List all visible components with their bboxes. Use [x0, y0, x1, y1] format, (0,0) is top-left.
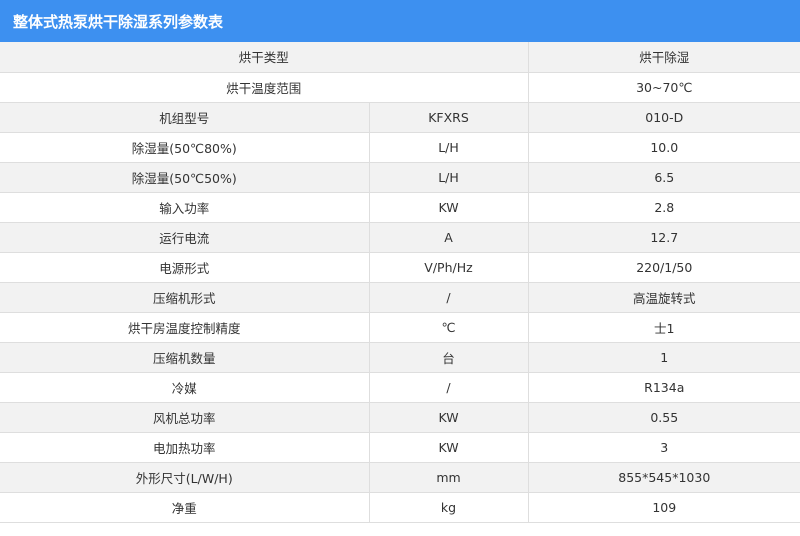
param-value-cell: 2.8	[528, 192, 800, 223]
param-unit-cell: KW	[369, 402, 529, 433]
param-value-cell: 12.7	[528, 222, 800, 253]
param-value-cell: 烘干除湿	[528, 42, 800, 73]
param-name-cell: 压缩机形式	[0, 282, 370, 313]
param-unit-cell: KW	[369, 432, 529, 463]
param-name-cell: 净重	[0, 492, 370, 523]
param-unit-cell: KW	[369, 192, 529, 223]
table-row: 压缩机形式 / 高温旋转式	[0, 282, 800, 313]
table-row: 压缩机数量 台 1	[0, 342, 800, 373]
param-name-cell: 电源形式	[0, 252, 370, 283]
table-header-bar: 整体式热泵烘干除湿系列参数表	[0, 0, 800, 42]
param-value-cell: 1	[528, 342, 800, 373]
param-name-cell: 烘干温度范围	[0, 72, 529, 103]
param-value-cell: R134a	[528, 372, 800, 403]
param-value-cell: 6.5	[528, 162, 800, 193]
table-row: 外形尺寸(L/W/H) mm 855*545*1030	[0, 462, 800, 493]
param-value-cell: 10.0	[528, 132, 800, 163]
table-row: 电源形式 V/Ph/Hz 220/1/50	[0, 252, 800, 283]
table-row: 电加热功率 KW 3	[0, 432, 800, 463]
param-name-cell: 风机总功率	[0, 402, 370, 433]
param-value-cell: 士1	[528, 312, 800, 343]
table-row: 净重 kg 109	[0, 492, 800, 523]
param-name-cell: 烘干类型	[0, 42, 529, 73]
param-value-cell: 109	[528, 492, 800, 523]
table-row: 运行电流 A 12.7	[0, 222, 800, 253]
table-row: 除湿量(50℃80%) L/H 10.0	[0, 132, 800, 163]
param-unit-cell: /	[369, 372, 529, 403]
table-row: 冷媒 / R134a	[0, 372, 800, 403]
param-name-cell: 除湿量(50℃80%)	[0, 132, 370, 163]
param-name-cell: 运行电流	[0, 222, 370, 253]
param-value-cell: 0.55	[528, 402, 800, 433]
param-value-cell: 30~70℃	[528, 72, 800, 103]
param-unit-cell: KFXRS	[369, 102, 529, 133]
param-value-cell: 220/1/50	[528, 252, 800, 283]
table-row: 输入功率 KW 2.8	[0, 192, 800, 223]
param-name-cell: 输入功率	[0, 192, 370, 223]
param-unit-cell: L/H	[369, 132, 529, 163]
param-unit-cell: 台	[369, 342, 529, 373]
param-name-cell: 外形尺寸(L/W/H)	[0, 462, 370, 493]
param-name-cell: 烘干房温度控制精度	[0, 312, 370, 343]
param-unit-cell: mm	[369, 462, 529, 493]
spec-table: 烘干类型 烘干除湿 烘干温度范围 30~70℃ 机组型号 KFXRS 010-D…	[0, 42, 800, 523]
param-unit-cell: kg	[369, 492, 529, 523]
param-unit-cell: L/H	[369, 162, 529, 193]
param-value-cell: 高温旋转式	[528, 282, 800, 313]
param-unit-cell: V/Ph/Hz	[369, 252, 529, 283]
param-unit-cell: /	[369, 282, 529, 313]
param-value-cell: 855*545*1030	[528, 462, 800, 493]
param-value-cell: 3	[528, 432, 800, 463]
table-row: 烘干房温度控制精度 ℃ 士1	[0, 312, 800, 343]
page-title: 整体式热泵烘干除湿系列参数表	[13, 12, 224, 31]
table-row: 风机总功率 KW 0.55	[0, 402, 800, 433]
param-value-cell: 010-D	[528, 102, 800, 133]
param-name-cell: 电加热功率	[0, 432, 370, 463]
param-name-cell: 压缩机数量	[0, 342, 370, 373]
param-name-cell: 冷媒	[0, 372, 370, 403]
param-name-cell: 机组型号	[0, 102, 370, 133]
table-row: 除湿量(50℃50%) L/H 6.5	[0, 162, 800, 193]
table-row: 机组型号 KFXRS 010-D	[0, 102, 800, 133]
param-unit-cell: A	[369, 222, 529, 253]
table-row: 烘干类型 烘干除湿	[0, 42, 800, 73]
table-row: 烘干温度范围 30~70℃	[0, 72, 800, 103]
param-unit-cell: ℃	[369, 312, 529, 343]
param-name-cell: 除湿量(50℃50%)	[0, 162, 370, 193]
